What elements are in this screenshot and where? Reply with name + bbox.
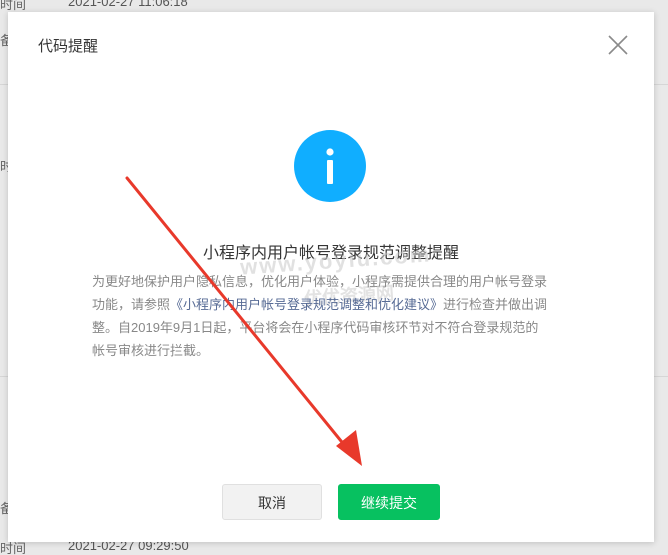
info-icon <box>294 130 366 202</box>
close-icon <box>608 35 628 55</box>
dialog-header: 代码提醒 <box>8 12 654 76</box>
close-button[interactable] <box>606 33 630 57</box>
cancel-button[interactable]: 取消 <box>222 484 322 520</box>
login-guideline-link[interactable]: 《小程序内用户帐号登录规范调整和优化建议》 <box>170 297 443 312</box>
code-reminder-dialog: 代码提醒 小程序内用户帐号登录规范调整提醒 www.yoyiu.com 优优资源… <box>8 12 654 542</box>
bg-time-value: 2021-02-27 11:06:18 <box>68 0 188 9</box>
dialog-title: 代码提醒 <box>38 38 99 55</box>
notice-description: 为更好地保护用户隐私信息，优化用户体验，小程序需提供合理的用户帐号登录功能，请参… <box>92 270 550 362</box>
bg-time-row: 时间 2021-02-27 11:06:18 <box>0 0 668 12</box>
continue-submit-button[interactable]: 继续提交 <box>338 484 440 520</box>
